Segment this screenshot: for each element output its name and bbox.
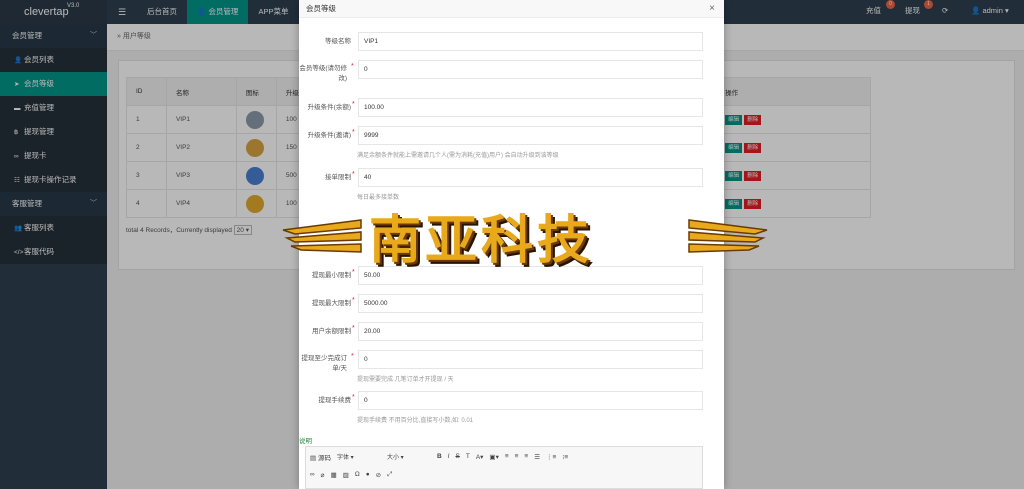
align-center-icon[interactable]: ≡ xyxy=(515,453,519,460)
required-mark: * xyxy=(352,171,355,178)
source-label: 源码 xyxy=(317,454,331,462)
field-label: 升级条件(邀请) xyxy=(307,132,351,139)
italic-icon[interactable]: I xyxy=(448,453,450,460)
font-select[interactable]: 字体 ▾ xyxy=(337,452,381,461)
required-mark: * xyxy=(352,129,355,136)
description-label: 说明 xyxy=(299,438,312,445)
justify-icon[interactable]: ☰ xyxy=(534,453,540,461)
field-help: 满足余额条件就能上需邀请几个人(需为消耗(充值)用户) 会自动升级到该等级 xyxy=(357,153,559,159)
emoji-icon[interactable]: ● xyxy=(366,471,370,478)
required-mark: * xyxy=(352,325,355,332)
bold-icon[interactable]: B xyxy=(437,453,442,460)
source-icon: ▤ xyxy=(310,454,317,462)
daily-orders-input[interactable]: 40 xyxy=(358,168,703,187)
level-name-input[interactable]: VIP1 xyxy=(358,32,703,51)
fullscreen-icon[interactable]: ⤢ xyxy=(387,471,392,479)
field-label: 会员等级(请勿修改) xyxy=(299,65,347,82)
close-icon[interactable]: × xyxy=(709,0,715,18)
field-label: 提现至少完成订单/天 xyxy=(301,355,348,372)
font-select-label: 字体 xyxy=(336,455,349,461)
withdraw-max-input[interactable]: 5000.00 xyxy=(358,294,703,313)
required-mark: * xyxy=(352,101,355,108)
rich-text-editor[interactable]: ▤ 源码 字体 ▾ 大小 ▾ B I S T A▾ ▣▾ ≡ ≡ ≡ ☰ ⋮≡ … xyxy=(305,446,703,489)
clear-format-icon[interactable]: ⊘ xyxy=(376,471,381,479)
unlink-icon[interactable]: ⌀ xyxy=(321,471,325,479)
chevron-down-icon: ▾ xyxy=(400,455,404,461)
field-label: 升级条件(余额) xyxy=(307,104,351,111)
required-mark: * xyxy=(351,353,354,360)
text-size-icon[interactable]: T xyxy=(466,453,470,460)
size-select-label: 大小 xyxy=(386,455,399,461)
field-help: 提现手续费 不用百分比,直接写小数,如: 0.01 xyxy=(357,418,474,424)
chevron-down-icon: ▾ xyxy=(350,455,354,461)
align-right-icon[interactable]: ≡ xyxy=(524,453,528,460)
required-mark: * xyxy=(352,297,355,304)
source-button[interactable]: ▤ 源码 xyxy=(310,452,331,462)
required-mark: * xyxy=(351,63,354,70)
unordered-list-icon[interactable]: ⁝≡ xyxy=(562,453,568,461)
editor-toolbar-row-1: ▤ 源码 字体 ▾ 大小 ▾ B I S T A▾ ▣▾ ≡ ≡ ≡ ☰ ⋮≡ … xyxy=(310,450,574,463)
required-mark: * xyxy=(352,394,355,401)
field-label: 接单限制 xyxy=(325,174,351,181)
watermark-text: 南亚科技 xyxy=(369,211,594,271)
field-label: 提现手续费 xyxy=(318,397,352,404)
modal-header: 会员等级 × xyxy=(299,0,724,18)
balance-limit-input[interactable]: 20.00 xyxy=(358,322,703,341)
upgrade-invite-input[interactable]: 9999 xyxy=(358,126,703,145)
modal-title: 会员等级 xyxy=(306,4,336,13)
fee-input[interactable]: 0 xyxy=(358,391,703,410)
field-label: 用户余额限制 xyxy=(312,328,351,335)
field-label: 提现最大限制 xyxy=(312,300,351,307)
min-orders-input[interactable]: 0 xyxy=(358,350,703,369)
field-help: 提现需要完成 几笔订单才开提现 / 天 xyxy=(357,377,454,383)
upgrade-balance-input[interactable]: 100.00 xyxy=(358,98,703,117)
ordered-list-icon[interactable]: ⋮≡ xyxy=(546,453,556,461)
level-input[interactable]: 0 xyxy=(358,60,703,79)
editor-toolbar-row-2: ∞ ⌀ ▦ ▨ Ω ● ⊘ ⤢ xyxy=(310,468,398,481)
omega-icon[interactable]: Ω xyxy=(355,471,360,478)
field-label: 等级名称 xyxy=(325,38,351,45)
strikethrough-icon[interactable]: S xyxy=(455,453,459,460)
font-color-icon[interactable]: A▾ xyxy=(476,453,484,461)
image-icon[interactable]: ▨ xyxy=(343,471,349,479)
table-icon[interactable]: ▦ xyxy=(331,471,337,479)
size-select[interactable]: 大小 ▾ xyxy=(387,452,431,461)
link-icon[interactable]: ∞ xyxy=(310,471,315,478)
watermark-logo: 南亚科技 xyxy=(281,194,769,274)
background-color-icon[interactable]: ▣▾ xyxy=(489,453,498,461)
align-left-icon[interactable]: ≡ xyxy=(505,453,509,460)
